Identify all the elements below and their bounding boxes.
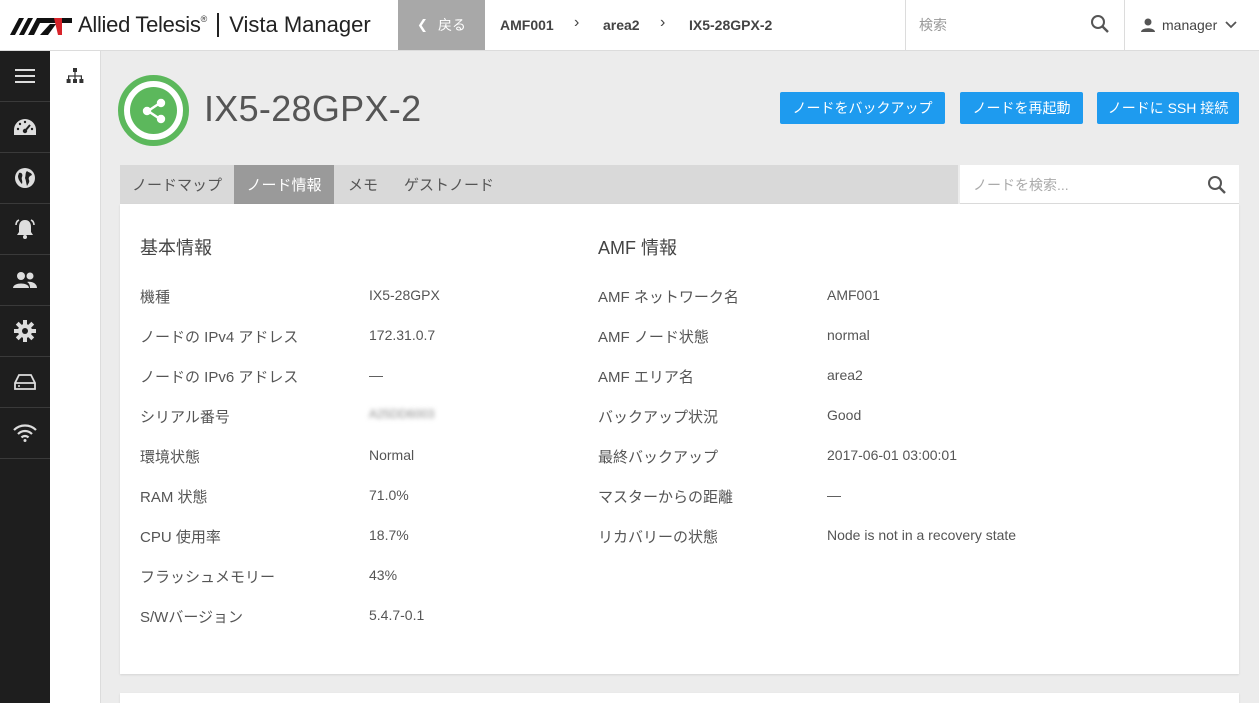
nav-item-storage[interactable] (0, 357, 50, 408)
menu-icon (15, 69, 35, 83)
serial-number-value: A25DD6003 (369, 407, 435, 421)
tab-guest-nodes[interactable]: ゲストノード (392, 165, 506, 204)
info-label: S/Wバージョン (140, 609, 244, 626)
chevron-right-icon: › (660, 14, 666, 31)
info-value: — (827, 487, 841, 503)
search-icon[interactable] (1207, 175, 1227, 195)
users-icon (13, 272, 37, 288)
nav-menu-toggle[interactable] (0, 51, 50, 102)
brand-trademark: ® (200, 14, 208, 24)
side-navigation (0, 51, 50, 703)
ssh-connect-button[interactable]: ノードに SSH 接続 (1097, 92, 1239, 124)
tab-node-map[interactable]: ノードマップ (120, 165, 234, 204)
nav-item-settings[interactable] (0, 306, 50, 357)
breadcrumb-item[interactable]: AMF001 (500, 17, 554, 33)
info-label: バックアップ状況 (598, 409, 719, 426)
chevron-down-icon (1225, 21, 1237, 29)
node-title: IX5-28GPX-2 (204, 88, 422, 129)
back-button-label: 戻る (437, 17, 466, 33)
breadcrumb-current: IX5-28GPX-2 (689, 17, 773, 33)
back-button[interactable]: ❮ 戻る (398, 0, 485, 50)
info-label: 機種 (140, 289, 171, 306)
storage-drive-icon (14, 374, 36, 390)
info-value: — (369, 367, 383, 383)
node-info-panel: 基本情報 機種 IX5-28GPX ノードの IPv4 アドレス 172.31.… (120, 204, 1239, 674)
search-icon[interactable] (1090, 14, 1110, 34)
info-value: IX5-28GPX (369, 287, 440, 303)
info-label: CPU 使用率 (140, 529, 221, 546)
info-value: 5.4.7-0.1 (369, 607, 425, 623)
top-bar: Allied Telesis ® Vista Manager ❮ 戻る AMF0… (0, 0, 1259, 51)
globe-icon (15, 168, 35, 188)
node-search-input[interactable] (960, 165, 1200, 204)
basic-info-title: 基本情報 (140, 238, 212, 258)
dashboard-icon (14, 119, 36, 135)
user-icon (1141, 18, 1155, 32)
chevron-left-icon: ❮ (417, 17, 428, 32)
chevron-right-icon: › (574, 14, 580, 31)
topology-tree-icon[interactable] (66, 68, 84, 84)
nav-item-network[interactable] (0, 153, 50, 204)
info-value: 172.31.0.7 (369, 327, 436, 343)
allied-telesis-logo-icon (10, 18, 72, 35)
info-label: AMF ネットワーク名 (598, 289, 739, 306)
info-label: AMF エリア名 (598, 369, 694, 386)
share-node-icon (142, 98, 165, 123)
tab-bar: ノードマップ ノード情報 メモ ゲストノード (120, 165, 958, 204)
amf-info-title: AMF 情報 (598, 238, 677, 258)
tab-memo[interactable]: メモ (334, 165, 392, 204)
brand[interactable]: Allied Telesis ® Vista Manager (10, 0, 371, 50)
info-value: 71.0% (369, 487, 409, 503)
info-label: ノードの IPv6 アドレス (140, 369, 299, 386)
info-label: 環境状態 (140, 449, 201, 466)
secondary-navigation (50, 51, 101, 703)
info-label: 最終バックアップ (598, 449, 719, 466)
info-label: リカバリーの状態 (598, 529, 719, 546)
breadcrumb-item[interactable]: area2 (603, 17, 640, 33)
product-name: Vista Manager (229, 12, 371, 37)
user-name: manager (1162, 17, 1218, 33)
info-value: AMF001 (827, 287, 880, 303)
info-value: 18.7% (369, 527, 409, 543)
info-value: area2 (827, 367, 863, 383)
node-search (960, 165, 1239, 204)
info-value: Node is not in a recovery state (827, 527, 1017, 543)
info-value: Good (827, 407, 862, 423)
user-menu[interactable]: manager (1140, 0, 1237, 50)
info-value: Normal (369, 447, 415, 463)
backup-node-button[interactable]: ノードをバックアップ (780, 92, 945, 124)
brand-divider (217, 13, 220, 37)
nav-item-users[interactable] (0, 255, 50, 306)
info-label: ノードの IPv4 アドレス (140, 329, 299, 346)
info-label: AMF ノード状態 (598, 329, 709, 346)
info-value: normal (827, 327, 870, 343)
info-value: 2017-06-01 03:00:01 (827, 447, 957, 463)
nav-item-dashboard[interactable] (0, 102, 50, 153)
secondary-panel (120, 693, 1239, 703)
tab-node-info[interactable]: ノード情報 (234, 165, 334, 204)
info-label: シリアル番号 (140, 409, 230, 426)
node-status-avatar (118, 75, 189, 146)
info-label: マスターからの距離 (598, 489, 734, 506)
global-search-input[interactable] (906, 0, 1086, 50)
gear-icon (14, 320, 36, 342)
nav-item-wireless[interactable] (0, 408, 50, 459)
brand-name: Allied Telesis (78, 12, 201, 37)
info-label: RAM 状態 (140, 489, 208, 506)
alarm-bell-icon (15, 219, 35, 239)
reboot-node-button[interactable]: ノードを再起動 (960, 92, 1083, 124)
info-value: 43% (369, 567, 398, 583)
nav-item-alarms[interactable] (0, 204, 50, 255)
wifi-icon (13, 424, 37, 442)
info-label: フラッシュメモリー (140, 569, 276, 586)
global-search (905, 0, 1125, 50)
